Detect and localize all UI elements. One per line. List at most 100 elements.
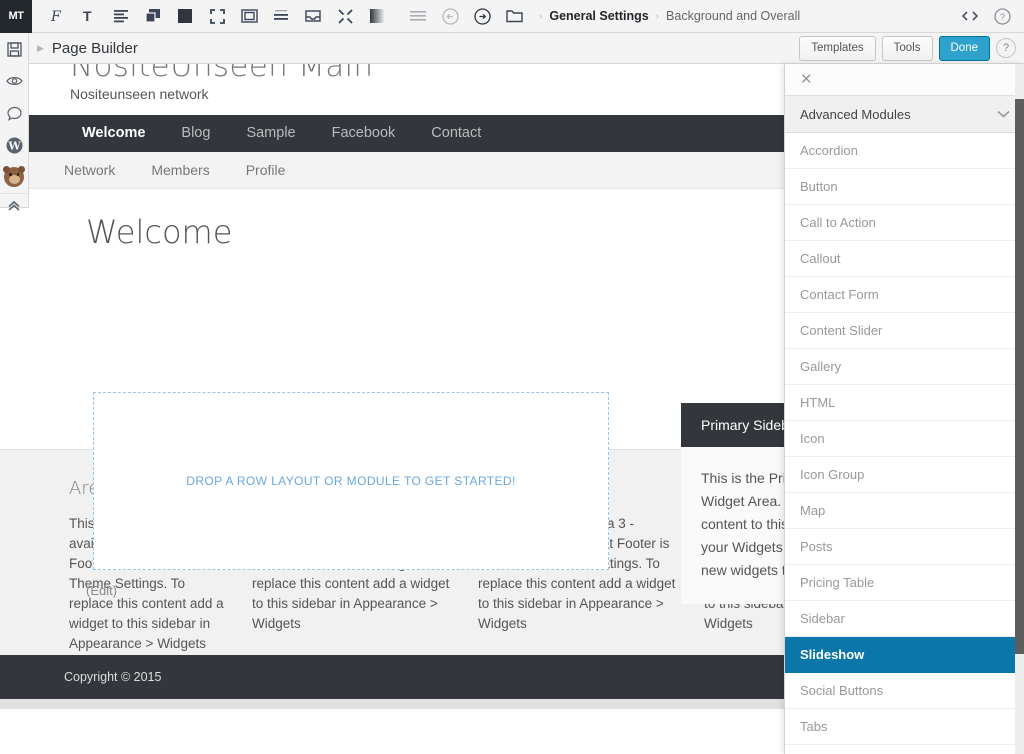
save-icon[interactable] — [0, 33, 28, 65]
breadcrumb-separator-1: › — [539, 10, 543, 22]
text-icon[interactable]: T — [73, 0, 105, 33]
done-button[interactable]: Done — [938, 35, 990, 61]
module-label: Slideshow — [800, 647, 865, 662]
svg-text:F: F — [50, 9, 62, 24]
expand-icon[interactable] — [201, 0, 233, 33]
module-list: Accordion Button Call to Action Callout … — [785, 133, 1024, 754]
module-item-call-to-action[interactable]: Call to Action — [785, 205, 1024, 241]
page-title: Page Builder — [51, 39, 138, 57]
module-label: Posts — [800, 539, 833, 554]
module-label: HTML — [800, 395, 836, 410]
help-circle-icon[interactable]: ? — [986, 0, 1018, 33]
site-title: NositeUnseen Main — [70, 64, 374, 84]
page-builder-caret-icon: ▶ — [37, 42, 44, 53]
module-item-sidebar[interactable]: Sidebar — [785, 601, 1024, 637]
avatar-eyes — [8, 173, 20, 177]
module-item-slideshow[interactable]: Slideshow — [785, 637, 1024, 673]
admin-toolbar: MT F T › General Settings › Background a… — [0, 0, 1024, 33]
folder-icon[interactable] — [498, 0, 530, 33]
help-button[interactable]: ? — [996, 38, 1016, 58]
module-label: Pricing Table — [800, 575, 875, 590]
module-item-contact-form[interactable]: Contact Form — [785, 277, 1024, 313]
module-item-tabs[interactable]: Tabs — [785, 709, 1024, 745]
module-item-social-buttons[interactable]: Social Buttons — [785, 673, 1024, 709]
module-label: Contact Form — [800, 287, 879, 302]
module-item-html[interactable]: HTML — [785, 385, 1024, 421]
nav-item-sample[interactable]: Sample — [228, 115, 313, 152]
subnav-item-profile[interactable]: Profile — [228, 152, 304, 189]
breadcrumb-separator-2: › — [655, 10, 660, 22]
nav-item-facebook[interactable]: Facebook — [314, 115, 414, 152]
close-icon[interactable]: ✕ — [800, 72, 813, 87]
module-item-content-slider[interactable]: Content Slider — [785, 313, 1024, 349]
modules-panel: ✕ Advanced Modules Accordion Button Call… — [784, 64, 1024, 754]
module-item-accordion[interactable]: Accordion — [785, 133, 1024, 169]
module-label: Map — [800, 503, 826, 518]
square-fill-icon[interactable] — [169, 0, 201, 33]
module-label: Button — [800, 179, 838, 194]
copyright-text: Copyright © 2015 — [64, 670, 162, 684]
panel-scrollbar-thumb[interactable] — [1015, 99, 1024, 654]
module-item-callout[interactable]: Callout — [785, 241, 1024, 277]
module-label: Tabs — [800, 719, 828, 734]
advanced-modules-section-header[interactable]: Advanced Modules — [785, 96, 1024, 133]
avatar-image — [3, 166, 25, 187]
module-item-gallery[interactable]: Gallery — [785, 349, 1024, 385]
module-item-pricing-table[interactable]: Pricing Table — [785, 565, 1024, 601]
templates-button[interactable]: Templates — [799, 35, 876, 61]
toolbar-nav-icon-group — [402, 0, 530, 33]
page-builder-actions: Templates Tools Done ? — [799, 35, 1024, 61]
toolbar-right-group: ? — [954, 0, 1024, 33]
comment-icon[interactable] — [0, 97, 28, 129]
eye-icon[interactable] — [0, 65, 28, 97]
svg-text:?: ? — [999, 12, 1004, 22]
list-icon[interactable] — [105, 0, 137, 33]
inbox-icon[interactable] — [297, 0, 329, 33]
drop-zone[interactable]: DROP A ROW LAYOUT OR MODULE TO GET START… — [93, 392, 609, 570]
module-label: Icon Group — [800, 467, 865, 482]
module-label: Content Slider — [800, 323, 883, 338]
layers-icon[interactable] — [137, 0, 169, 33]
tools-button[interactable]: Tools — [881, 35, 933, 61]
nav-item-blog[interactable]: Blog — [163, 115, 228, 152]
module-item-icon[interactable]: Icon — [785, 421, 1024, 457]
collapse-up-icon[interactable] — [0, 193, 28, 217]
module-label: Icon — [800, 431, 825, 446]
code-icon[interactable] — [954, 0, 986, 33]
module-label: Callout — [800, 251, 841, 266]
subnav-item-network[interactable]: Network — [46, 152, 133, 189]
panel-header: ✕ — [785, 64, 1024, 96]
gradient-icon[interactable] — [361, 0, 393, 33]
nav-item-contact[interactable]: Contact — [413, 115, 499, 152]
nav-item-welcome[interactable]: Welcome — [64, 115, 163, 152]
drop-zone-label: DROP A ROW LAYOUT OR MODULE TO GET START… — [186, 474, 516, 488]
breadcrumb-parent[interactable]: General Settings — [549, 9, 648, 23]
breadcrumb-current[interactable]: Background and Overall — [666, 9, 800, 23]
module-item-icon-group[interactable]: Icon Group — [785, 457, 1024, 493]
breadcrumb: › General Settings › Background and Over… — [532, 9, 800, 23]
chevron-down-icon — [997, 110, 1010, 118]
module-item-posts[interactable]: Posts — [785, 529, 1024, 565]
left-admin-rail: W — [0, 33, 29, 211]
module-label: Accordion — [800, 143, 858, 158]
collapse-icon[interactable] — [329, 0, 361, 33]
hamburger-icon[interactable] — [402, 0, 434, 33]
module-item-button[interactable]: Button — [785, 169, 1024, 205]
back-arrow-icon[interactable] — [434, 0, 466, 33]
svg-text:T: T — [83, 8, 92, 24]
svg-text:W: W — [7, 139, 21, 152]
forward-arrow-icon[interactable] — [466, 0, 498, 33]
wordpress-icon[interactable]: W — [0, 129, 28, 161]
toolbar-left-icon-group: F T — [41, 0, 393, 33]
page-builder-bar: ▶ Page Builder Templates Tools Done ? — [29, 33, 1024, 64]
module-item-map[interactable]: Map — [785, 493, 1024, 529]
subnav-item-members[interactable]: Members — [133, 152, 227, 189]
edit-link[interactable]: (Edit) — [86, 583, 117, 598]
avatar[interactable] — [0, 161, 28, 193]
advanced-modules-label: Advanced Modules — [800, 106, 911, 122]
frame-icon[interactable] — [233, 0, 265, 33]
mt-logo[interactable]: MT — [0, 0, 32, 33]
font-icon[interactable]: F — [41, 0, 73, 33]
align-icon[interactable] — [265, 0, 297, 33]
module-label: Social Buttons — [800, 683, 884, 698]
